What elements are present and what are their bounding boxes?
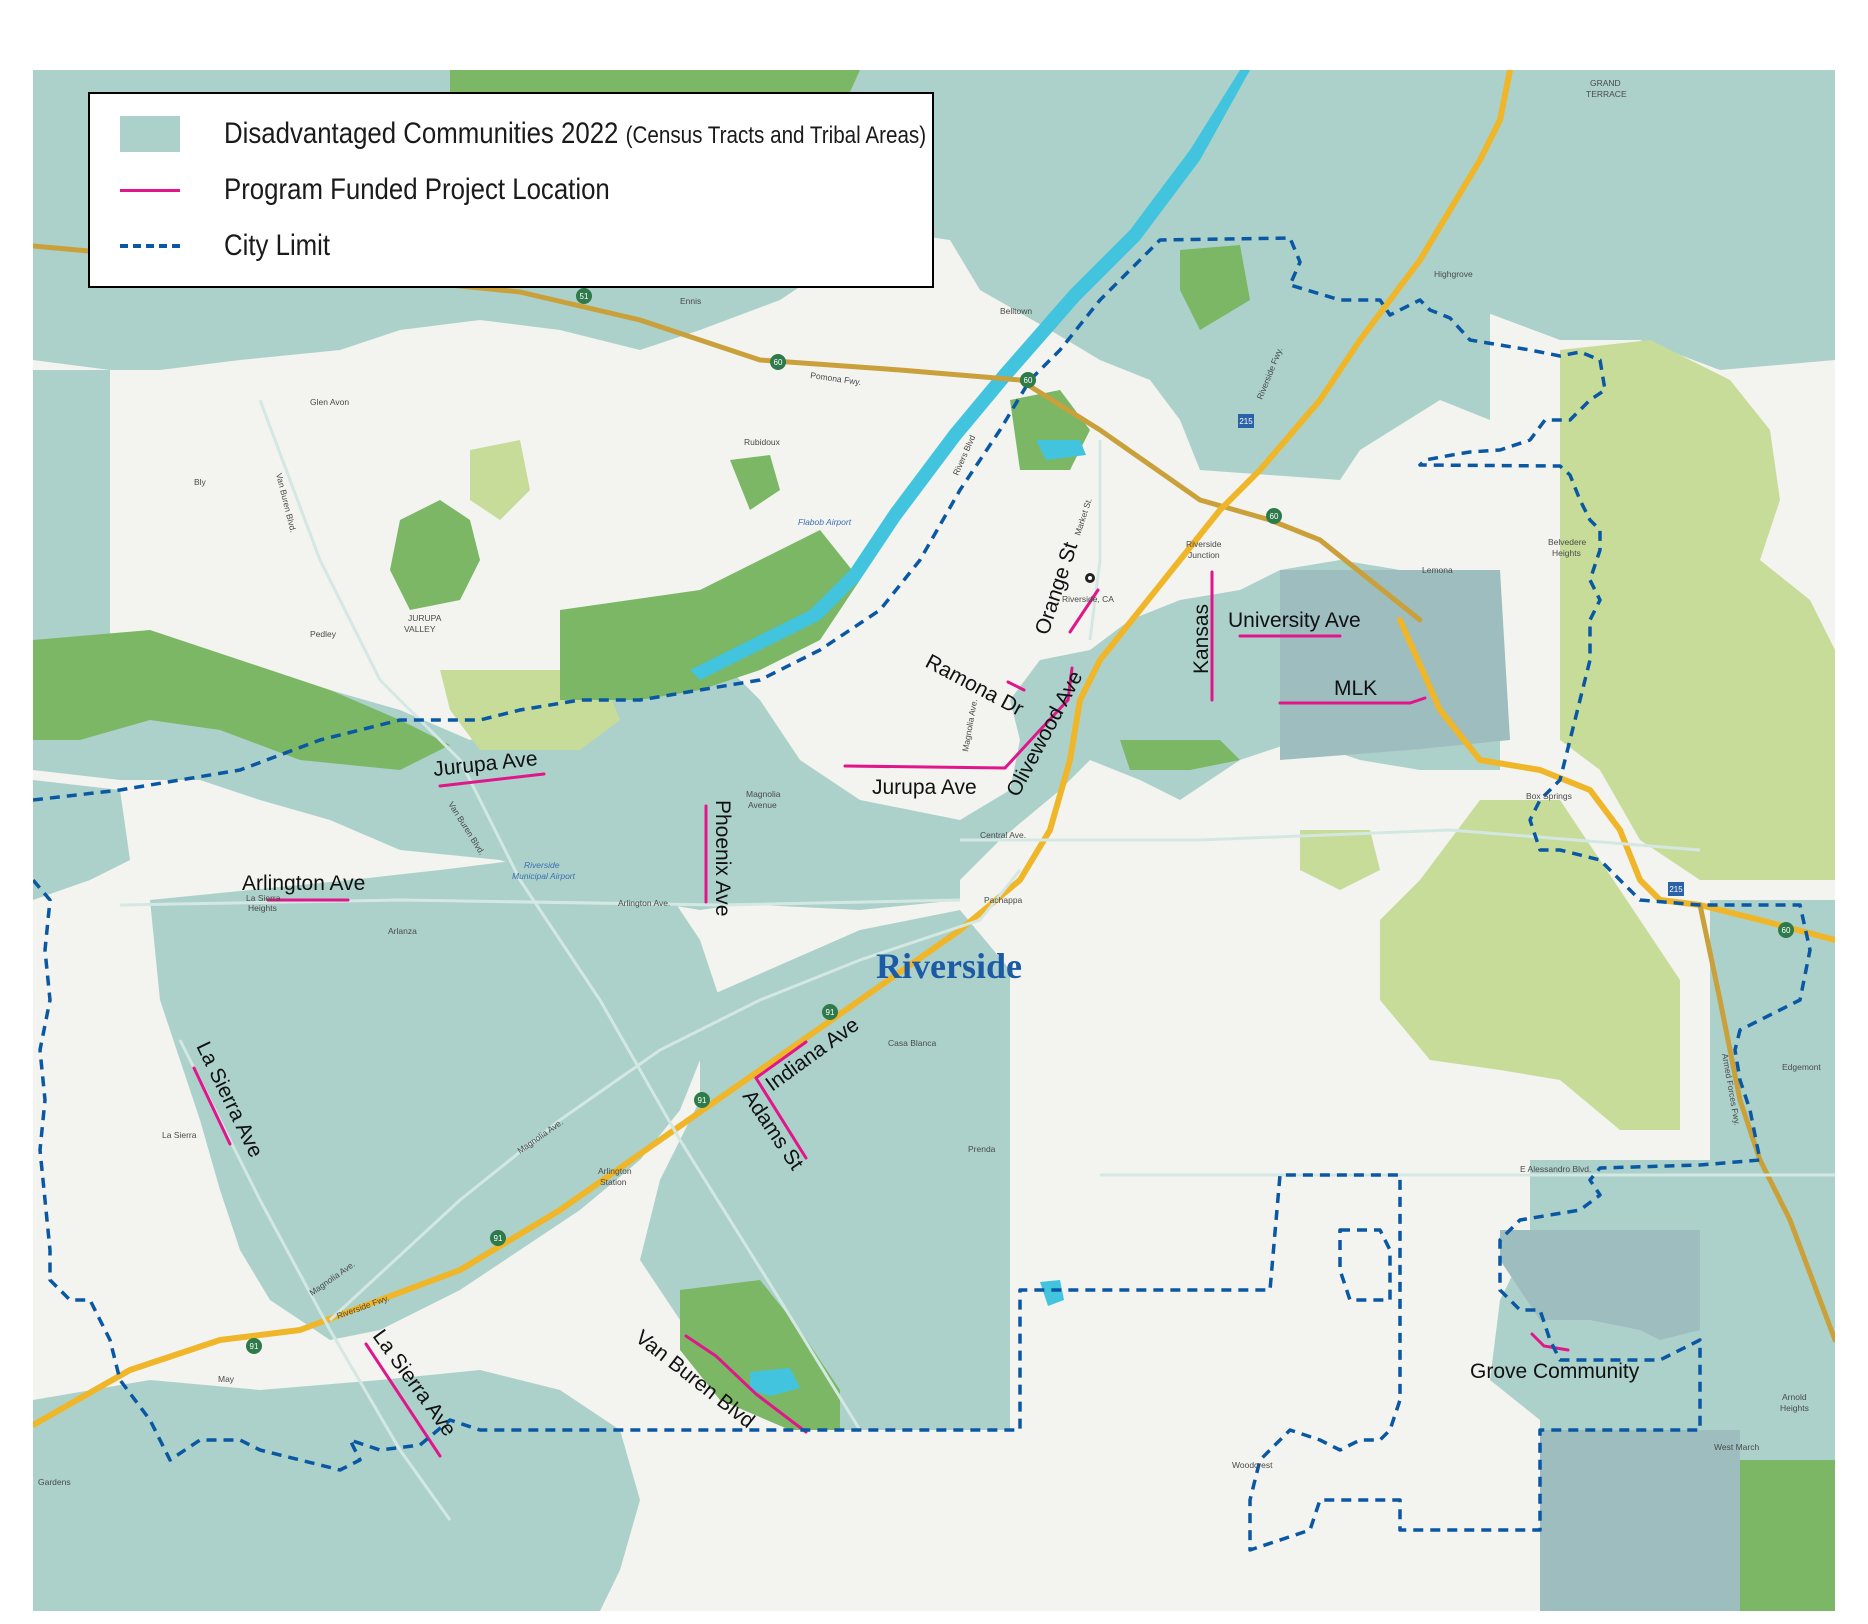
- dac-far-southwest: [33, 1370, 640, 1611]
- tribal-se: [1540, 1430, 1740, 1611]
- shield-60-c-text: 60: [1270, 512, 1279, 521]
- legend-item-city-limit: City Limit: [110, 226, 347, 266]
- label-arlington-ave: Arlington Ave: [242, 872, 365, 895]
- label-riverside-municipal-1: Riverside: [524, 860, 560, 870]
- label-arnold-heights-1: Arnold: [1782, 1392, 1807, 1402]
- city-name: Riverside: [876, 946, 1022, 986]
- label-riverside-municipal-2: Municipal Airport: [512, 871, 576, 881]
- label-university-ave: University Ave: [1228, 609, 1361, 632]
- shield-91-c: 91: [490, 1230, 506, 1246]
- label-jurupa-valley-2: VALLEY: [404, 624, 436, 634]
- shield-215-b-text: 215: [1669, 885, 1683, 894]
- legend-project-symbol-box: [110, 170, 190, 210]
- legend-city-limit-symbol-box: [110, 226, 190, 266]
- shield-91-b-text: 91: [698, 1096, 707, 1105]
- legend-dac-swatch: [120, 116, 180, 152]
- label-belvedere-1: Belvedere: [1548, 537, 1587, 547]
- legend-project-label: Program Funded Project Location: [224, 173, 610, 206]
- label-belltown: Belltown: [1000, 306, 1032, 316]
- shield-60-a-text: 60: [774, 358, 783, 367]
- label-la-sierra: La Sierra: [162, 1130, 197, 1140]
- shield-60-d: 60: [1778, 922, 1794, 938]
- legend-project-line: [120, 188, 180, 192]
- legend-item-dac: Disadvantaged Communities 2022 (Census T…: [110, 114, 1040, 154]
- shield-60-c: 60: [1266, 508, 1282, 524]
- shield-215-b: 215: [1668, 882, 1684, 896]
- legend-city-limit-label: City Limit: [224, 229, 331, 262]
- label-arlington-station-1: Arlington: [598, 1166, 632, 1176]
- label-riverside-junction-2: Junction: [1188, 550, 1220, 560]
- label-riverside-ca: Riverside, CA: [1062, 594, 1114, 604]
- label-flabob: Flabob Airport: [798, 517, 852, 527]
- label-grand-terrace-1: GRAND: [1590, 78, 1621, 88]
- shield-60-a: 60: [770, 354, 786, 370]
- label-la-sierra-heights-2: Heights: [248, 903, 277, 913]
- label-arlington-ave-st: Arlington Ave.: [618, 898, 670, 908]
- label-arlanza: Arlanza: [388, 926, 417, 936]
- dac-east: [1710, 900, 1835, 1160]
- label-gardens: Gardens: [38, 1477, 71, 1487]
- shield-91-d-text: 91: [250, 1342, 259, 1351]
- label-lemona: Lemona: [1422, 565, 1453, 575]
- park-east-se: [1740, 1460, 1835, 1611]
- label-ennis: Ennis: [680, 296, 701, 306]
- shield-215-a: 215: [1238, 414, 1254, 428]
- label-glen-avon: Glen Avon: [310, 397, 349, 407]
- shield-91-a: 91: [822, 1004, 838, 1020]
- legend-dac-sub: (Census Tracts and Tribal Areas): [625, 122, 927, 149]
- map-legend: Disadvantaged Communities 2022 (Census T…: [88, 92, 934, 288]
- label-magnolia-avenue-1: Magnolia: [746, 789, 781, 799]
- label-bly: Bly: [194, 477, 207, 487]
- label-jurupa-ave-e: Jurupa Ave: [872, 776, 977, 799]
- shield-91-a-text: 91: [826, 1008, 835, 1017]
- label-riverside-junction-1: Riverside: [1186, 539, 1222, 549]
- label-pedley: Pedley: [310, 629, 337, 639]
- label-prenda: Prenda: [968, 1144, 996, 1154]
- label-highgrove: Highgrove: [1434, 269, 1473, 279]
- label-rubidoux: Rubidoux: [744, 437, 781, 447]
- shield-215-a-text: 215: [1239, 417, 1253, 426]
- label-box-springs: Box Springs: [1526, 791, 1572, 801]
- label-magnolia-avenue-2: Avenue: [748, 800, 777, 810]
- shield-51: 51: [576, 288, 592, 304]
- label-kansas: Kansas: [1190, 604, 1213, 674]
- label-west-march: West March: [1714, 1442, 1759, 1452]
- label-pachappa: Pachappa: [984, 895, 1023, 905]
- label-arlington-station-2: Station: [600, 1177, 627, 1187]
- location-pin-icon: [1085, 573, 1095, 583]
- shield-91-b: 91: [694, 1092, 710, 1108]
- shield-60-d-text: 60: [1782, 926, 1791, 935]
- label-woodcrest: Woodcrest: [1232, 1460, 1273, 1470]
- legend-city-limit-line: [120, 244, 180, 248]
- label-central-ave: Central Ave.: [980, 830, 1026, 840]
- project-jurupa-e: [843, 764, 1007, 770]
- shield-91-c-text: 91: [494, 1234, 503, 1243]
- label-mlk: MLK: [1334, 677, 1377, 700]
- label-edgemont: Edgemont: [1782, 1062, 1821, 1072]
- shield-60-b-text: 60: [1024, 376, 1033, 385]
- label-casa-blanca: Casa Blanca: [888, 1038, 936, 1048]
- park-north-top: [450, 70, 860, 92]
- legend-dac-label: Disadvantaged Communities 2022 (Census T…: [224, 117, 926, 151]
- label-arnold-heights-2: Heights: [1780, 1403, 1809, 1413]
- label-belvedere-2: Heights: [1552, 548, 1581, 558]
- legend-dac-text: Disadvantaged Communities 2022: [224, 117, 619, 150]
- shield-51-text: 51: [580, 292, 589, 301]
- label-may: May: [218, 1374, 235, 1384]
- label-grove-community: Grove Community: [1470, 1360, 1640, 1383]
- label-phoenix-ave: Phoenix Ave: [711, 800, 734, 916]
- shield-60-b: 60: [1020, 372, 1036, 388]
- legend-dac-swatch-box: [110, 114, 190, 154]
- label-e-alessandro: E Alessandro Blvd.: [1520, 1164, 1591, 1174]
- legend-item-project: Program Funded Project Location: [110, 170, 673, 210]
- label-grand-terrace-2: TERRACE: [1586, 89, 1627, 99]
- label-jurupa-valley-1: JURUPA: [408, 613, 442, 623]
- shield-91-d: 91: [246, 1338, 262, 1354]
